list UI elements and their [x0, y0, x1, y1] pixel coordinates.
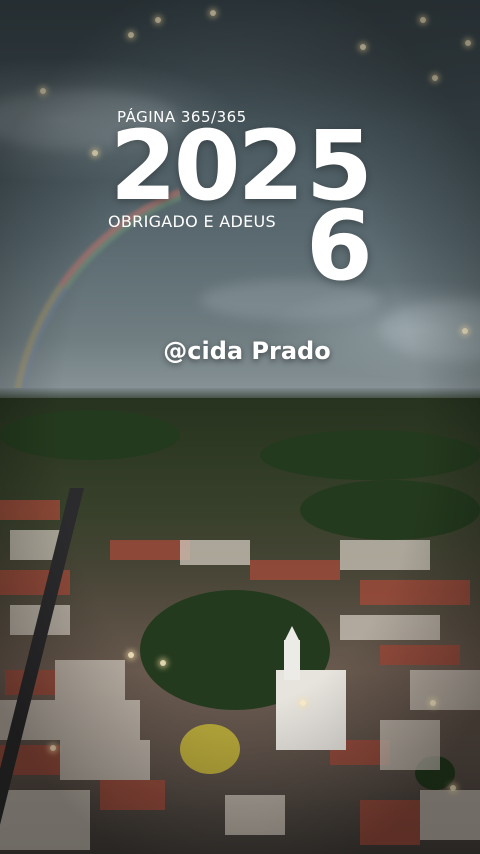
- building: [60, 740, 150, 780]
- building: [410, 670, 480, 710]
- tree-cluster: [260, 430, 480, 480]
- building: [420, 790, 480, 840]
- church: [276, 670, 346, 750]
- building: [340, 540, 430, 570]
- sparkle: [420, 17, 426, 23]
- sparkle: [50, 745, 56, 751]
- photo-scene: PÁGINA 365/365 202 5 OBRIGADO E ADEUS 6 …: [0, 0, 480, 854]
- sparkle: [128, 652, 134, 658]
- rooftop: [360, 800, 420, 845]
- building: [380, 720, 440, 770]
- rooftop: [100, 780, 165, 810]
- building: [55, 660, 125, 700]
- sparkle: [128, 32, 134, 38]
- building: [180, 540, 250, 565]
- sparkle: [450, 785, 456, 791]
- author-handle: @cida Prado: [163, 337, 331, 365]
- church-spire: [284, 626, 300, 642]
- rooftop: [110, 540, 190, 560]
- sparkle: [300, 700, 306, 706]
- sparkle: [430, 700, 436, 706]
- year-prefix-text: 202: [110, 110, 304, 222]
- sparkle: [40, 88, 46, 94]
- sparkle: [462, 328, 468, 334]
- tree-cluster: [0, 410, 180, 460]
- sparkle: [360, 44, 366, 50]
- rooftop: [250, 560, 340, 580]
- building: [225, 795, 285, 835]
- building: [0, 790, 90, 850]
- new-year-digit: 6: [306, 190, 373, 302]
- sparkle: [210, 10, 216, 16]
- sparkle: [160, 660, 166, 666]
- sparkle: [465, 40, 471, 46]
- rooftop: [360, 580, 470, 605]
- farewell-text: OBRIGADO E ADEUS: [108, 212, 276, 231]
- rooftop: [380, 645, 460, 665]
- church-tower: [284, 640, 300, 680]
- sparkle: [432, 75, 438, 81]
- tree-cluster: [300, 480, 480, 540]
- yellow-tree: [180, 724, 240, 774]
- rooftop: [0, 500, 60, 520]
- building: [340, 615, 440, 640]
- sparkle: [155, 17, 161, 23]
- sparkle: [92, 150, 98, 156]
